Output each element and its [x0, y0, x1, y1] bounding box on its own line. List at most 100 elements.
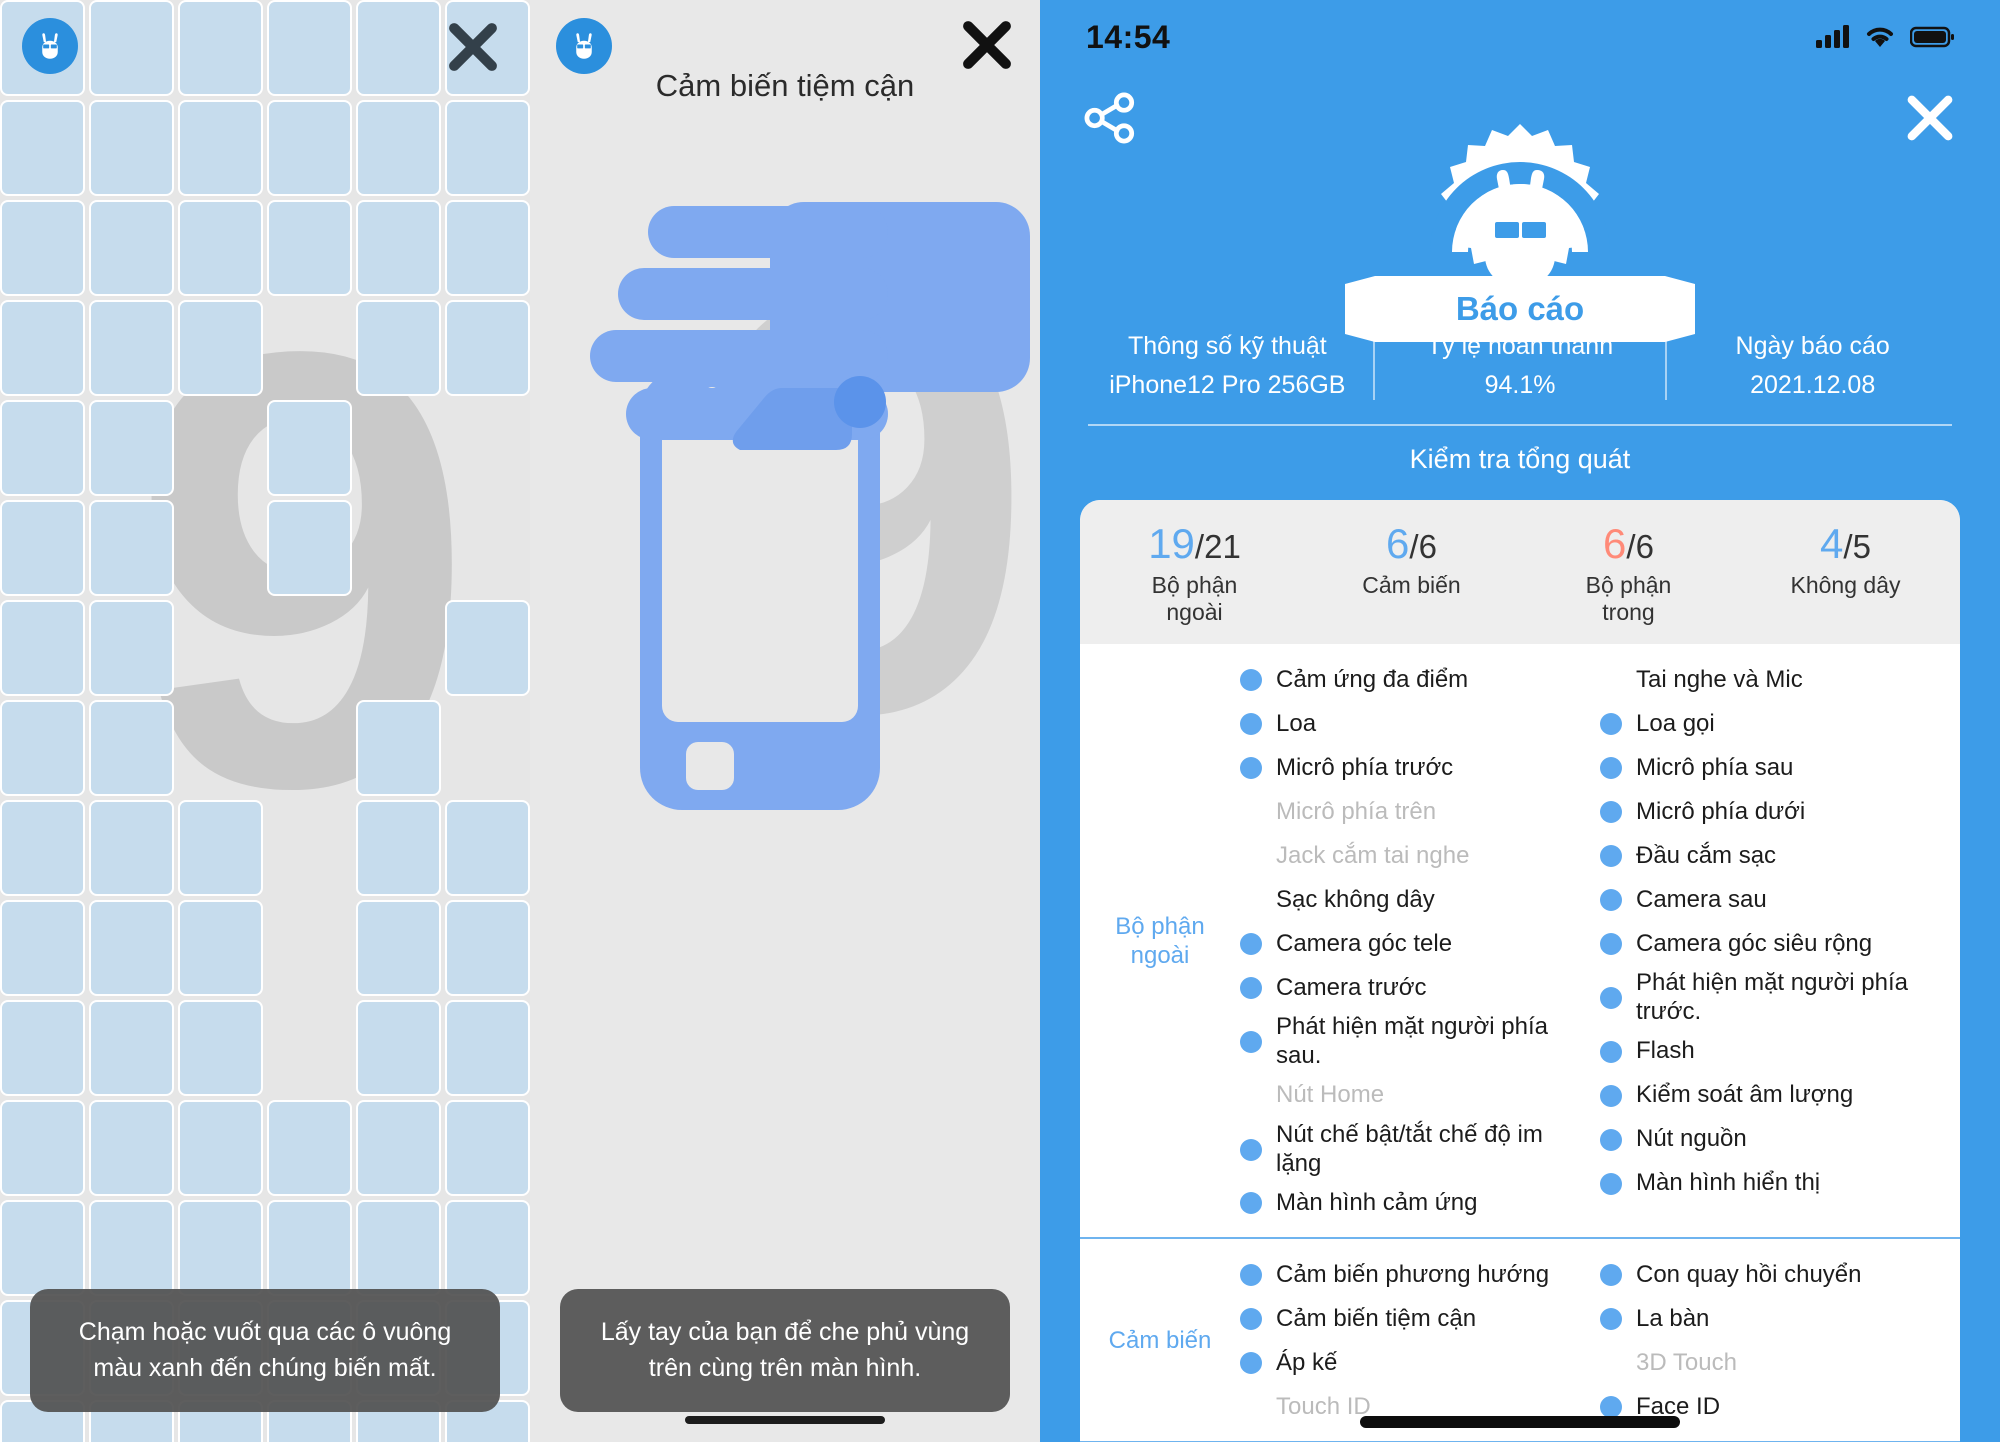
- touch-cell[interactable]: [445, 800, 530, 896]
- touch-cell[interactable]: [356, 100, 441, 196]
- touch-cell[interactable]: [356, 1000, 441, 1096]
- touch-test-grid[interactable]: [0, 0, 530, 1442]
- touch-cell[interactable]: [89, 800, 174, 896]
- touch-cell[interactable]: [0, 1000, 85, 1096]
- component-label: Màn hình hiển thị: [1636, 1169, 1821, 1197]
- touch-cell[interactable]: [356, 400, 441, 496]
- status-dot-icon: [1240, 889, 1262, 911]
- touch-cell[interactable]: [445, 1000, 530, 1096]
- touch-cell[interactable]: [0, 200, 85, 296]
- touch-cell[interactable]: [89, 400, 174, 496]
- touch-cell[interactable]: [267, 300, 352, 396]
- touch-cell[interactable]: [178, 100, 263, 196]
- component-label: Micrô phía dưới: [1636, 797, 1806, 825]
- touch-cell[interactable]: [178, 400, 263, 496]
- touch-cell[interactable]: [89, 100, 174, 196]
- component-item: Màn hình cảm ứng: [1240, 1181, 1600, 1225]
- touch-cell[interactable]: [0, 800, 85, 896]
- touch-cell[interactable]: [356, 600, 441, 696]
- touch-cell[interactable]: [267, 1000, 352, 1096]
- touch-cell[interactable]: [445, 1100, 530, 1196]
- touch-cell[interactable]: [178, 500, 263, 596]
- touch-cell[interactable]: [267, 200, 352, 296]
- touch-cell[interactable]: [178, 1100, 263, 1196]
- component-group: Bộ phận ngoài Cảm ứng đa điểm Loa Micrô phía…: [1080, 644, 1960, 1240]
- touch-cell[interactable]: [0, 400, 85, 496]
- status-dot-icon: [1240, 713, 1262, 736]
- proximity-instruction-toast: Lấy tay của bạn để che phủ vùng trên cùn…: [560, 1289, 1010, 1412]
- status-dot-icon: [1240, 801, 1262, 823]
- touch-cell[interactable]: [178, 700, 263, 796]
- touch-cell[interactable]: [445, 400, 530, 496]
- touch-cell[interactable]: [178, 1000, 263, 1096]
- component-label: Nút chế bật/tắt chế độ im lặng: [1276, 1120, 1543, 1177]
- component-label: Đầu cắm sạc: [1636, 841, 1777, 869]
- touch-cell[interactable]: [89, 700, 174, 796]
- touch-cell[interactable]: [89, 200, 174, 296]
- status-dot-icon: [1240, 845, 1262, 867]
- touch-cell[interactable]: [356, 200, 441, 296]
- touch-cell[interactable]: [445, 200, 530, 296]
- touch-cell[interactable]: [178, 0, 263, 96]
- touch-cell[interactable]: [89, 1200, 174, 1296]
- touch-cell[interactable]: [356, 700, 441, 796]
- meta-value: 2021.12.08: [1750, 371, 1876, 399]
- touch-cell[interactable]: [89, 500, 174, 596]
- touch-cell[interactable]: [356, 900, 441, 996]
- touch-cell[interactable]: [178, 1200, 263, 1296]
- touch-cell[interactable]: [267, 100, 352, 196]
- touch-cell[interactable]: [356, 1200, 441, 1296]
- close-icon[interactable]: [444, 18, 502, 76]
- touch-cell[interactable]: [267, 600, 352, 696]
- touch-cell[interactable]: [267, 700, 352, 796]
- touch-cell[interactable]: [178, 300, 263, 396]
- touch-cell[interactable]: [89, 1000, 174, 1096]
- touch-cell[interactable]: [445, 300, 530, 396]
- status-dot-icon: [1600, 713, 1622, 736]
- component-item: 3D Touch: [1600, 1341, 1960, 1385]
- touch-cell[interactable]: [89, 300, 174, 396]
- touch-cell[interactable]: [178, 800, 263, 896]
- touch-cell[interactable]: [89, 600, 174, 696]
- touch-cell[interactable]: [356, 800, 441, 896]
- touch-cell[interactable]: [356, 500, 441, 596]
- touch-cell[interactable]: [89, 0, 174, 96]
- status-dot-icon: [1240, 1308, 1262, 1331]
- status-bar-time: 14:54: [1086, 18, 1171, 55]
- touch-cell[interactable]: [0, 600, 85, 696]
- touch-cell[interactable]: [356, 300, 441, 396]
- touch-cell[interactable]: [267, 1200, 352, 1296]
- touch-cell[interactable]: [0, 300, 85, 396]
- touch-cell[interactable]: [267, 900, 352, 996]
- touch-cell[interactable]: [356, 0, 441, 96]
- touch-cell[interactable]: [0, 500, 85, 596]
- touch-cell[interactable]: [267, 500, 352, 596]
- touch-cell[interactable]: [267, 800, 352, 896]
- touch-cell[interactable]: [0, 700, 85, 796]
- overall-check-title: Kiểm tra tổng quát: [1409, 444, 1631, 474]
- close-icon[interactable]: [958, 16, 1016, 74]
- touch-cell[interactable]: [0, 1200, 85, 1296]
- touch-cell[interactable]: [89, 1100, 174, 1196]
- touch-cell[interactable]: [445, 900, 530, 996]
- touch-cell[interactable]: [267, 0, 352, 96]
- touch-cell[interactable]: [267, 1100, 352, 1196]
- touch-cell[interactable]: [445, 700, 530, 796]
- touch-cell[interactable]: [445, 100, 530, 196]
- award-bunny-badge-icon: [1430, 124, 1610, 287]
- touch-cell[interactable]: [356, 1100, 441, 1196]
- touch-cell[interactable]: [89, 900, 174, 996]
- touch-cell[interactable]: [0, 100, 85, 196]
- touch-cell[interactable]: [0, 900, 85, 996]
- touch-cell[interactable]: [178, 200, 263, 296]
- touch-cell[interactable]: [178, 600, 263, 696]
- touch-cell[interactable]: [445, 600, 530, 696]
- component-item: Micrô phía trên: [1240, 790, 1600, 834]
- touch-cell[interactable]: [178, 900, 263, 996]
- touch-cell[interactable]: [0, 1100, 85, 1196]
- component-item: Micrô phía trước: [1240, 746, 1600, 790]
- touch-cell[interactable]: [267, 400, 352, 496]
- status-dot-icon: [1600, 1040, 1622, 1063]
- touch-cell[interactable]: [445, 1200, 530, 1296]
- touch-cell[interactable]: [445, 500, 530, 596]
